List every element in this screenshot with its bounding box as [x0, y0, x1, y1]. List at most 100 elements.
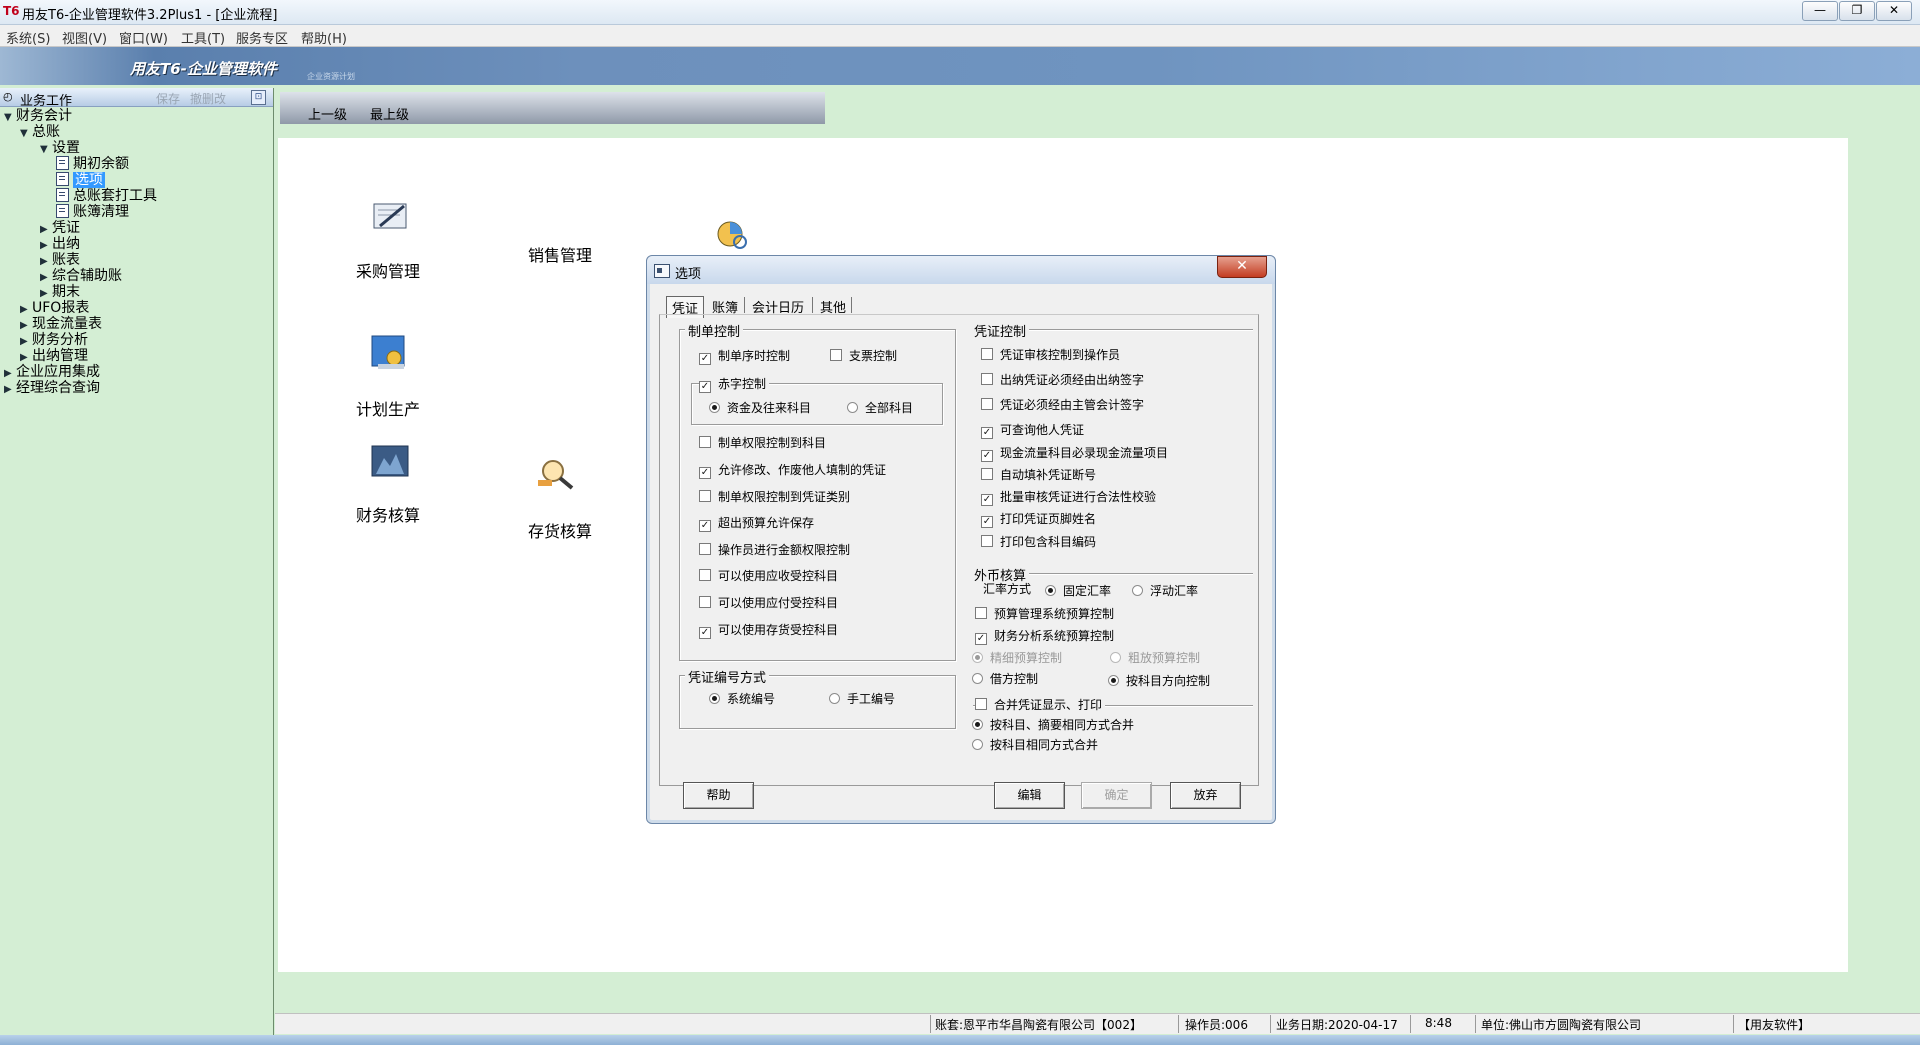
menu-help[interactable]: 帮助(H): [301, 28, 347, 47]
chk-perm-category[interactable]: 制单权限控制到凭证类别: [699, 490, 850, 504]
make-control-title: 制单控制: [685, 321, 744, 340]
tree-item-manager-query[interactable]: ▶ 经理综合查询: [4, 380, 100, 396]
nav-top-button[interactable]: 最上级: [370, 104, 409, 123]
tree-item-opening-balance[interactable]: 期初余额: [56, 156, 129, 172]
radio-budget-rough[interactable]: 粗放预算控制: [1110, 651, 1200, 665]
panel-delete-button[interactable]: 撤删改: [190, 90, 226, 107]
chk-fill-gaps[interactable]: 自动填补凭证断号: [981, 468, 1096, 482]
tree-item-financial-analysis[interactable]: ▶ 财务分析: [20, 332, 88, 348]
cancel-button[interactable]: 放弃: [1170, 782, 1241, 809]
tree-item-period-end[interactable]: ▶ 期末: [40, 284, 80, 300]
tree-item-enterprise-integration[interactable]: ▶ 企业应用集成: [4, 364, 100, 380]
checkbox-unchecked: [699, 596, 711, 608]
chk-red-control[interactable]: ✓ 赤字控制: [699, 377, 770, 393]
status-separator: [1475, 1015, 1476, 1033]
chk-allow-modify[interactable]: ✓ 允许修改、作废他人填制的凭证: [699, 463, 886, 479]
panel-save-button[interactable]: 保存: [156, 90, 180, 107]
pin-icon[interactable]: ⊡: [251, 90, 266, 105]
chk-cheque[interactable]: 支票控制: [830, 349, 897, 363]
radio-merge-subject-summary[interactable]: 按科目、摘要相同方式合并: [972, 718, 1134, 732]
finance-icon[interactable]: [370, 444, 410, 482]
chk-audit-operator[interactable]: 凭证审核控制到操作员: [981, 348, 1120, 362]
chk-cashflow-required[interactable]: ✓ 现金流量科目必录现金流量项目: [981, 446, 1168, 462]
radio-system-number[interactable]: 系统编号: [709, 692, 775, 706]
checkbox-unchecked: [699, 569, 711, 581]
radio-red-all[interactable]: 全部科目: [847, 401, 913, 415]
chk-inventory[interactable]: ✓ 可以使用存货受控科目: [699, 623, 838, 639]
chk-over-budget[interactable]: ✓ 超出预算允许保存: [699, 516, 814, 532]
chk-time-order[interactable]: ✓ 制单序时控制: [699, 349, 790, 365]
chk-print-code[interactable]: 打印包含科目编码: [981, 535, 1096, 549]
tab-separator: [744, 297, 745, 313]
menu-window[interactable]: 窗口(W): [119, 28, 168, 47]
tree-item-voucher[interactable]: ▶ 凭证: [40, 220, 80, 236]
checkbox-unchecked: [975, 607, 987, 619]
tree-item-options[interactable]: 选项: [56, 172, 105, 188]
checkbox-checked: ✓: [699, 381, 711, 393]
chk-budget-fin[interactable]: ✓ 财务分析系统预算控制: [975, 629, 1114, 645]
chk-supervisor-sign[interactable]: 凭证必须经由主管会计签字: [981, 398, 1144, 412]
restore-button[interactable]: ❐: [1839, 1, 1875, 21]
module-sales[interactable]: 销售管理: [510, 242, 610, 266]
menu-tools[interactable]: 工具(T): [181, 28, 225, 47]
chk-amount-perm[interactable]: 操作员进行金额权限控制: [699, 543, 850, 557]
radio-fixed-rate[interactable]: 固定汇率: [1045, 584, 1111, 598]
radio-unselected: [1132, 585, 1143, 596]
radio-budget-fine[interactable]: 精细预算控制: [972, 651, 1062, 665]
minimize-button[interactable]: —: [1802, 1, 1838, 21]
module-purchase[interactable]: 采购管理: [338, 258, 438, 282]
collapse-arrow-icon[interactable]: ▼: [4, 110, 16, 126]
chk-query-others[interactable]: ✓ 可查询他人凭证: [981, 423, 1084, 439]
radio-budget-debit[interactable]: 借方控制: [972, 672, 1038, 686]
expand-arrow-icon[interactable]: ▶: [4, 382, 16, 398]
tree-item-cashier[interactable]: ▶ 出纳: [40, 236, 80, 252]
edit-button[interactable]: 编辑: [994, 782, 1065, 809]
menu-view[interactable]: 视图(V): [62, 28, 107, 47]
chk-perm-subject[interactable]: 制单权限控制到科目: [699, 436, 826, 450]
tree-item-cashflow-statement[interactable]: ▶ 现金流量表: [20, 316, 102, 332]
inventory-search-icon[interactable]: [536, 454, 576, 492]
module-finance[interactable]: 财务核算: [338, 502, 438, 526]
collapse-arrow-icon[interactable]: ▼: [40, 142, 52, 158]
radio-budget-direction[interactable]: 按科目方向控制: [1108, 674, 1210, 688]
tree-item-label: 财务会计: [16, 108, 72, 124]
tree-item-reports[interactable]: ▶ 账表: [40, 252, 80, 268]
chk-print-footer[interactable]: ✓ 打印凭证页脚姓名: [981, 512, 1096, 528]
tab-separator: [851, 297, 852, 313]
sales-chart-icon[interactable]: [712, 216, 752, 254]
dialog-close-button[interactable]: ✕: [1217, 256, 1267, 278]
window-close-button[interactable]: ✕: [1876, 1, 1912, 21]
collapse-arrow-icon[interactable]: ▼: [20, 126, 32, 142]
tree-item-ufo-report[interactable]: ▶ UFO报表: [20, 300, 89, 316]
menu-services[interactable]: 服务专区: [236, 28, 288, 47]
menu-system[interactable]: 系统(S): [6, 28, 50, 47]
nav-up-button[interactable]: 上一级: [308, 104, 347, 123]
purchase-icon[interactable]: [370, 198, 410, 236]
radio-floating-rate[interactable]: 浮动汇率: [1132, 584, 1198, 598]
tree-item-aux-accounts[interactable]: ▶ 综合辅助账: [40, 268, 122, 284]
status-account: 账套:恩平市华昌陶瓷有限公司【002】: [935, 1018, 1142, 1032]
radio-manual-number[interactable]: 手工编号: [829, 692, 895, 706]
tree-item-ledger-cleanup[interactable]: 账簿清理: [56, 204, 129, 220]
ok-button[interactable]: 确定: [1081, 782, 1152, 809]
tree-item-general-ledger[interactable]: ▼ 总账: [20, 124, 60, 140]
help-button[interactable]: 帮助: [683, 782, 754, 809]
tree-item-settings[interactable]: ▼ 设置: [40, 140, 80, 156]
tree-item-finance-accounting[interactable]: ▼ 财务会计: [4, 108, 72, 124]
tree-item-ledger-print-tool[interactable]: 总账套打工具: [56, 188, 157, 204]
planning-icon[interactable]: [370, 334, 410, 372]
radio-merge-subject[interactable]: 按科目相同方式合并: [972, 738, 1098, 752]
chk-merge[interactable]: 合并凭证显示、打印: [975, 698, 1106, 712]
radio-selected: [972, 652, 983, 663]
chk-cashier-sign[interactable]: 出纳凭证必须经由出纳签字: [981, 373, 1144, 387]
tree-item-cashier-management[interactable]: ▶ 出纳管理: [20, 348, 88, 364]
chk-budget-mgmt[interactable]: 预算管理系统预算控制: [975, 607, 1114, 621]
dialog-window-icon: [654, 264, 670, 278]
chk-payable[interactable]: 可以使用应付受控科目: [699, 596, 838, 610]
radio-red-funds[interactable]: 资金及往来科目: [709, 401, 811, 415]
module-inventory[interactable]: 存货核算: [510, 518, 610, 542]
chk-receivable[interactable]: 可以使用应收受控科目: [699, 569, 838, 583]
chk-batch-audit[interactable]: ✓ 批量审核凭证进行合法性校验: [981, 490, 1156, 506]
dialog-title: 选项: [675, 267, 702, 282]
module-planning[interactable]: 计划生产: [338, 396, 438, 420]
